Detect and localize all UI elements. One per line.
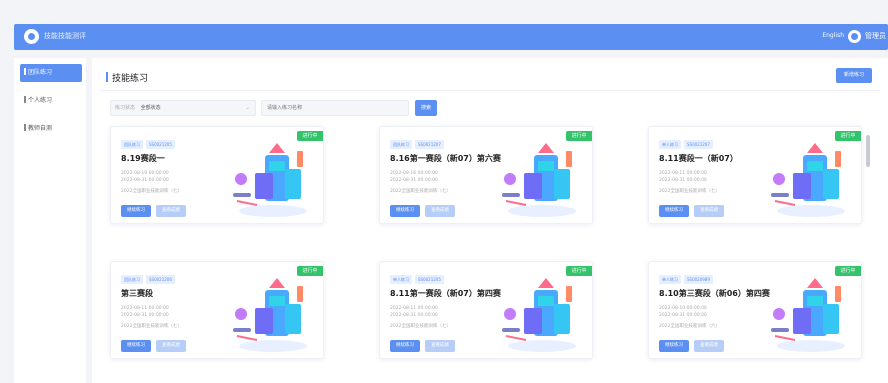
chevron-down-icon: ⌄ [244,104,250,111]
continue-practice-button[interactable]: 继续练习 [659,340,689,352]
card-tag: SS0021205 [146,140,175,149]
user-name[interactable]: 管理员 [865,31,886,41]
sidebar-item-label: 教师自测 [28,125,53,132]
card-start-date: 2022-08-10 00:00:00 [659,306,707,311]
language-switch[interactable]: English [822,32,844,39]
trophy-illustration [771,143,845,217]
sidebar-marker-icon [24,124,26,131]
card-tag: 团队练习 [390,140,412,149]
card-end-date: 2022-08-31 00:00:00 [121,178,169,183]
practice-card[interactable]: 进行中 团队练习 SS0021206 第三赛段 2022-08-11 00:00:… [110,261,324,359]
top-header: 技能技能测评 English 管理员 [14,24,888,50]
trophy-illustration [502,143,576,217]
continue-practice-button[interactable]: 继续练习 [121,340,151,352]
sidebar-item-teacher-test[interactable]: 教师自测 [20,120,82,138]
sidebar: 团队练习 个人练习 教师自测 [14,58,86,383]
card-tags: 单人练习 SS0021205 [390,275,447,284]
card-tags: 团队练习 SS0021206 [121,275,178,284]
card-title: 8.10第三赛段（新06）第四赛 [659,289,770,298]
sidebar-item-label: 团队练习 [28,69,53,76]
card-title: 第三赛段 [121,289,153,298]
card-description: 2022全国职业技能训练（七） [390,189,451,194]
logo-icon[interactable] [24,29,39,44]
practice-card[interactable]: 进行中 单人练习 SS0020989 8.10第三赛段（新06）第四赛 2022-… [648,261,862,359]
sidebar-item-team-practice[interactable]: 团队练习 [20,64,82,82]
view-score-button[interactable]: 查看成绩 [694,340,724,352]
title-accent [106,72,108,82]
view-score-button[interactable]: 查看成绩 [156,340,186,352]
trophy-illustration [771,278,845,352]
app-window: 技能技能测评 English 管理员 团队练习 个人练习 教师自测 技能练习 新… [0,0,888,383]
card-title: 8.16第一赛段（新07）第六赛 [390,154,501,163]
card-tags: 团队练习 SS0021207 [390,140,447,149]
search-button[interactable]: 搜索 [415,100,437,116]
card-title: 8.11赛段一（新07） [659,154,738,163]
card-tag: 单人练习 [659,275,681,284]
status-select-value: 全部状态 [140,105,161,111]
avatar-icon[interactable] [848,30,861,43]
card-end-date: 2022-08-31 00:00:00 [390,178,438,183]
continue-practice-button[interactable]: 继续练习 [390,340,420,352]
card-tags: 单人练习 SS0020989 [659,275,716,284]
practice-card[interactable]: 进行中 团队练习 SS0021207 8.16第一赛段（新07）第六赛 2022-… [379,126,593,224]
card-tag: SS0021206 [146,275,175,284]
card-description: 2022全国职业技能训练（七） [121,189,182,194]
card-start-date: 2022-08-19 00:00:00 [121,171,169,176]
card-description: 2022全国职业技能训练（七） [390,324,451,329]
view-score-button[interactable]: 查看成绩 [156,205,186,217]
trophy-illustration [233,143,307,217]
app-title: 技能技能测评 [44,32,86,40]
divider [100,90,880,91]
card-end-date: 2022-08-31 00:00:00 [390,313,438,318]
continue-practice-button[interactable]: 继续练习 [659,205,689,217]
practice-card[interactable]: 进行中 单人练习 SS0021205 8.11第一赛段（新07）第四赛 2022-… [379,261,593,359]
page-title-text: 技能练习 [112,74,149,84]
card-end-date: 2022-08-31 00:00:00 [121,313,169,318]
card-description: 2022全国职业技能训练（七） [659,189,720,194]
view-score-button[interactable]: 查看成绩 [425,205,455,217]
card-tag: 团队练习 [121,140,143,149]
card-description: 2022全国职业技能训练（七） [121,324,182,329]
card-title: 8.11第一赛段（新07）第四赛 [390,289,501,298]
view-score-button[interactable]: 查看成绩 [425,340,455,352]
card-tag: 团队练习 [121,275,143,284]
sidebar-item-personal-practice[interactable]: 个人练习 [20,92,82,110]
sidebar-marker-icon [24,68,26,75]
card-end-date: 2022-08-31 00:00:00 [659,178,707,183]
card-start-date: 2022-08-16 00:00:00 [390,171,438,176]
trophy-illustration [233,278,307,352]
page-title: 技能练习 [106,71,148,84]
trophy-illustration [502,278,576,352]
card-tag: SS0021205 [415,275,444,284]
practice-card[interactable]: 进行中 单人练习 SS0021207 8.11赛段一（新07） 2022-08-1… [648,126,862,224]
card-start-date: 2022-08-11 00:00:00 [390,306,438,311]
card-tags: 团队练习 SS0021205 [121,140,178,149]
sidebar-item-label: 个人练习 [28,97,53,104]
practice-card[interactable]: 进行中 团队练习 SS0021205 8.19赛段一 2022-08-19 00:… [110,126,324,224]
vertical-scrollbar[interactable] [866,135,870,167]
card-description: 2022全国职业技能训练（六） [659,324,720,329]
view-score-button[interactable]: 查看成绩 [694,205,724,217]
status-select-label: 练习状态 [115,105,136,111]
add-practice-button[interactable]: 新增练习 [836,68,872,83]
card-start-date: 2022-08-11 00:00:00 [659,171,707,176]
search-input[interactable] [261,100,409,116]
card-tag: SS0021207 [684,140,713,149]
card-start-date: 2022-08-11 00:00:00 [121,306,169,311]
card-tags: 单人练习 SS0021207 [659,140,716,149]
sidebar-marker-icon [24,96,26,103]
card-tag: 单人练习 [659,140,681,149]
card-tag: 单人练习 [390,275,412,284]
card-end-date: 2022-08-31 00:00:00 [659,313,707,318]
card-title: 8.19赛段一 [121,154,165,163]
main-panel: 技能练习 新增练习 练习状态 全部状态 ⌄ 搜索 进行中 团队练习SS00212… [92,58,888,383]
continue-practice-button[interactable]: 继续练习 [390,205,420,217]
card-tag: SS0021207 [415,140,444,149]
card-tag: SS0020989 [684,275,713,284]
status-select[interactable]: 练习状态 全部状态 ⌄ [110,100,256,116]
continue-practice-button[interactable]: 继续练习 [121,205,151,217]
